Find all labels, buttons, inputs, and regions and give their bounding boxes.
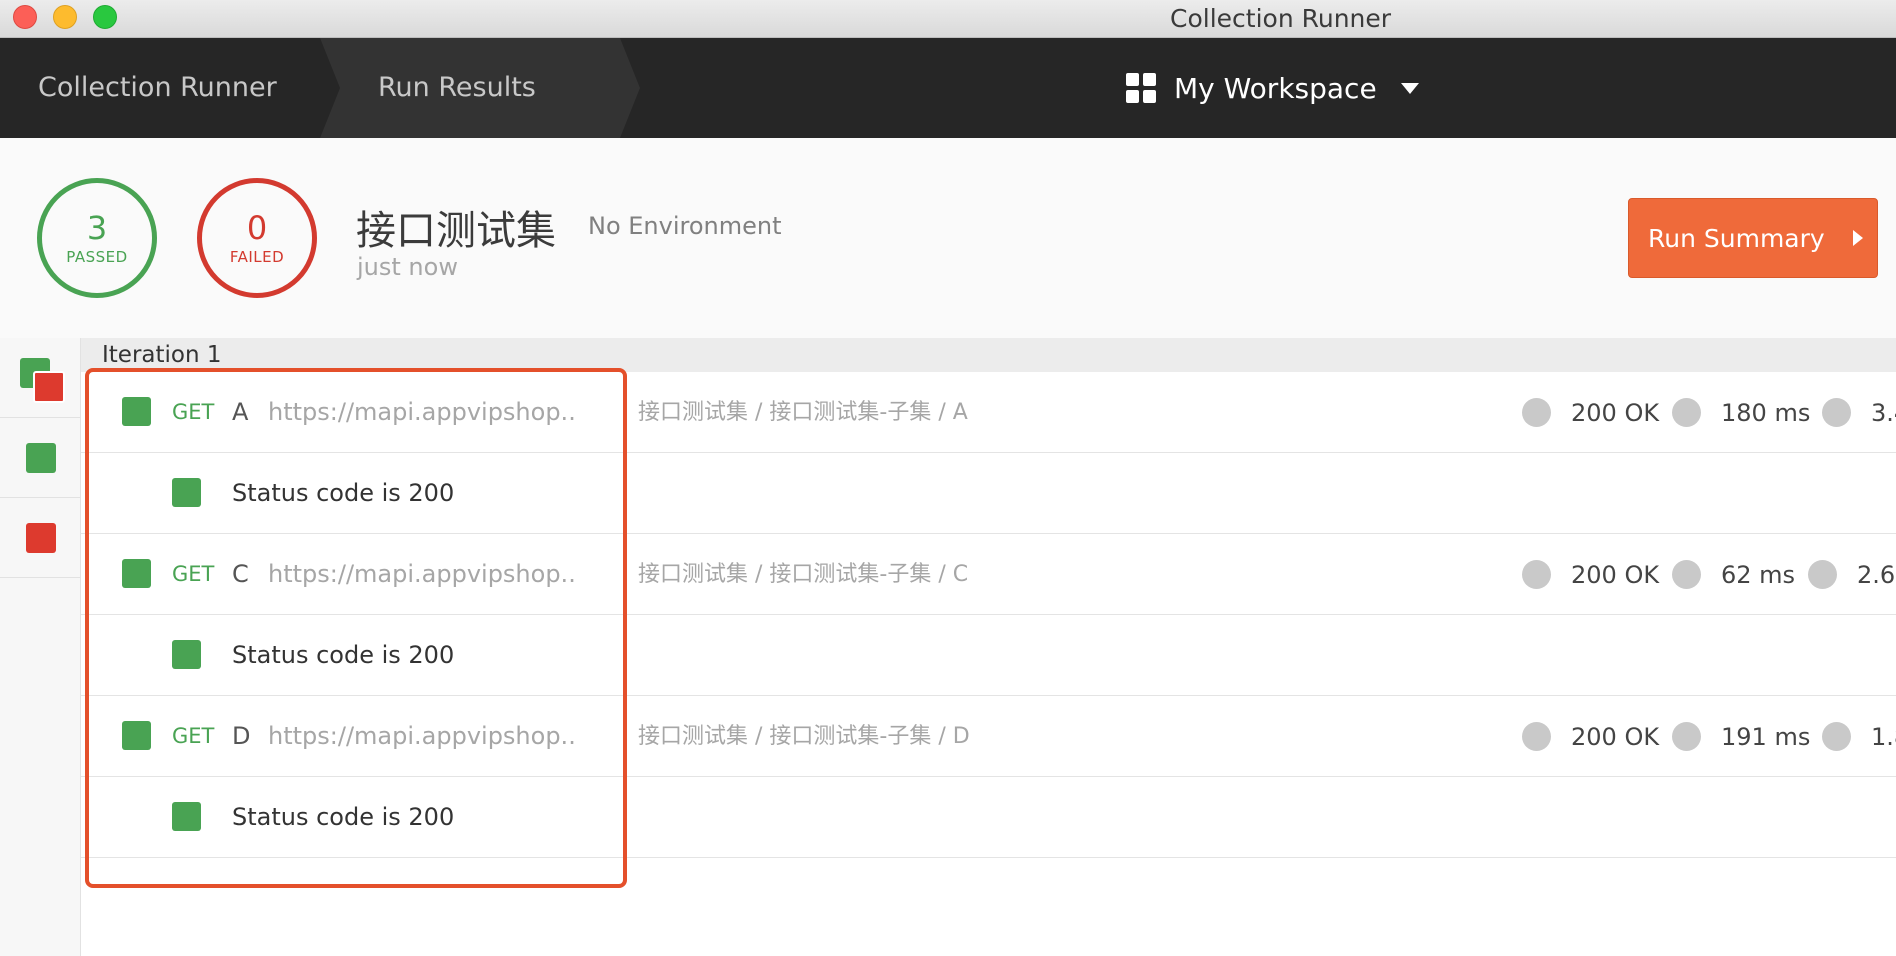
collection-name: 接口测试集 (356, 208, 556, 254)
workspace-switcher[interactable]: My Workspace (1126, 38, 1419, 138)
size-text: 3.4 (1871, 398, 1896, 427)
size-text: 1.8 (1871, 722, 1896, 751)
test-name: Status code is 200 (232, 803, 455, 831)
window-minimize-button[interactable] (53, 5, 77, 29)
response-status: 200 OK (1522, 534, 1659, 615)
response-time: 62 ms (1672, 534, 1795, 615)
request-name: C (232, 560, 249, 588)
fail-square-icon (33, 371, 65, 403)
status-dot-icon (1522, 560, 1551, 589)
status-text: 200 OK (1571, 560, 1660, 589)
response-size: 1.8 (1822, 696, 1896, 777)
results-list: GET A https://mapi.appvipshop... 接口测试集 /… (81, 372, 1896, 858)
response-status: 200 OK (1522, 696, 1659, 777)
response-status: 200 OK (1522, 372, 1659, 453)
passed-counter: 3 PASSED (37, 178, 157, 298)
response-size: 2.6 (1808, 534, 1895, 615)
test-name: Status code is 200 (232, 479, 455, 507)
response-time: 191 ms (1672, 696, 1810, 777)
pass-square-icon (172, 640, 201, 669)
time-dot-icon (1672, 560, 1701, 589)
request-row[interactable]: GET D https://mapi.appvipshop... 接口测试集 /… (81, 696, 1896, 777)
pass-square-icon (122, 721, 151, 750)
request-row[interactable]: GET A https://mapi.appvipshop... 接口测试集 /… (81, 372, 1896, 453)
fail-square-icon (26, 523, 56, 553)
request-name: A (232, 398, 249, 426)
iteration-rail (0, 338, 81, 956)
window-titlebar: Collection Runner (0, 0, 1896, 38)
rail-item-passed[interactable] (0, 418, 80, 498)
request-name: D (232, 722, 251, 750)
failed-label: FAILED (229, 248, 285, 266)
pass-square-icon (122, 559, 151, 588)
passed-label: PASSED (66, 248, 128, 266)
window-close-button[interactable] (13, 5, 37, 29)
test-name: Status code is 200 (232, 641, 455, 669)
time-text: 180 ms (1721, 398, 1811, 427)
run-summary-button[interactable]: Run Summary (1628, 198, 1878, 278)
failed-count: 0 (246, 209, 268, 247)
status-dot-icon (1522, 722, 1551, 751)
failed-counter: 0 FAILED (197, 178, 317, 298)
request-url: https://mapi.appvipshop... (268, 722, 578, 750)
pass-square-icon (172, 802, 201, 831)
size-dot-icon (1808, 560, 1837, 589)
workspace-label: My Workspace (1174, 71, 1377, 105)
run-summary-header: 3 PASSED 0 FAILED 接口测试集 No Environment j… (0, 138, 1896, 338)
breadcrumb-run-results[interactable]: Run Results (320, 38, 640, 138)
environment-name: No Environment (588, 212, 782, 240)
status-text: 200 OK (1571, 722, 1660, 751)
response-size: 3.4 (1822, 372, 1896, 453)
pass-square-icon (172, 478, 201, 507)
request-url: https://mapi.appvipshop... (268, 398, 578, 426)
caret-down-icon (1400, 82, 1419, 94)
status-text: 200 OK (1571, 398, 1660, 427)
time-dot-icon (1672, 398, 1701, 427)
request-path: 接口测试集 / 接口测试集-子集 / A (638, 400, 968, 425)
response-time: 180 ms (1672, 372, 1810, 453)
window-maximize-button[interactable] (93, 5, 117, 29)
time-dot-icon (1672, 722, 1701, 751)
play-icon (1852, 230, 1863, 246)
request-path: 接口测试集 / 接口测试集-子集 / C (638, 562, 969, 587)
size-dot-icon (1822, 398, 1851, 427)
time-text: 62 ms (1721, 560, 1796, 589)
status-dot-icon (1522, 398, 1551, 427)
workspace-grid-icon (1126, 73, 1156, 103)
breadcrumb-label: Run Results (378, 72, 536, 103)
breadcrumb-collection-runner[interactable]: Collection Runner (0, 38, 320, 138)
test-row: Status code is 200 (81, 453, 1896, 534)
request-row[interactable]: GET C https://mapi.appvipshop... 接口测试集 /… (81, 534, 1896, 615)
run-summary-label: Run Summary (1648, 223, 1825, 253)
size-text: 2.6 (1857, 560, 1896, 589)
top-nav: Collection Runner Run Results My Workspa… (0, 38, 1896, 138)
request-method: GET (172, 400, 215, 424)
iteration-header: Iteration 1 (81, 338, 1896, 372)
request-method: GET (172, 724, 215, 748)
breadcrumb-label: Collection Runner (38, 72, 277, 103)
request-url: https://mapi.appvipshop... (268, 560, 578, 588)
size-dot-icon (1822, 722, 1851, 751)
test-row: Status code is 200 (81, 777, 1896, 858)
pass-square-icon (26, 443, 56, 473)
request-method: GET (172, 562, 215, 586)
test-row: Status code is 200 (81, 615, 1896, 696)
pass-square-icon (122, 397, 151, 426)
rail-item-failed[interactable] (0, 498, 80, 578)
rail-item-all[interactable] (0, 338, 80, 418)
request-path: 接口测试集 / 接口测试集-子集 / D (638, 724, 970, 749)
run-time: just now (357, 253, 458, 281)
window-title: Collection Runner (1170, 4, 1392, 33)
passed-count: 3 (86, 209, 108, 247)
time-text: 191 ms (1721, 722, 1811, 751)
